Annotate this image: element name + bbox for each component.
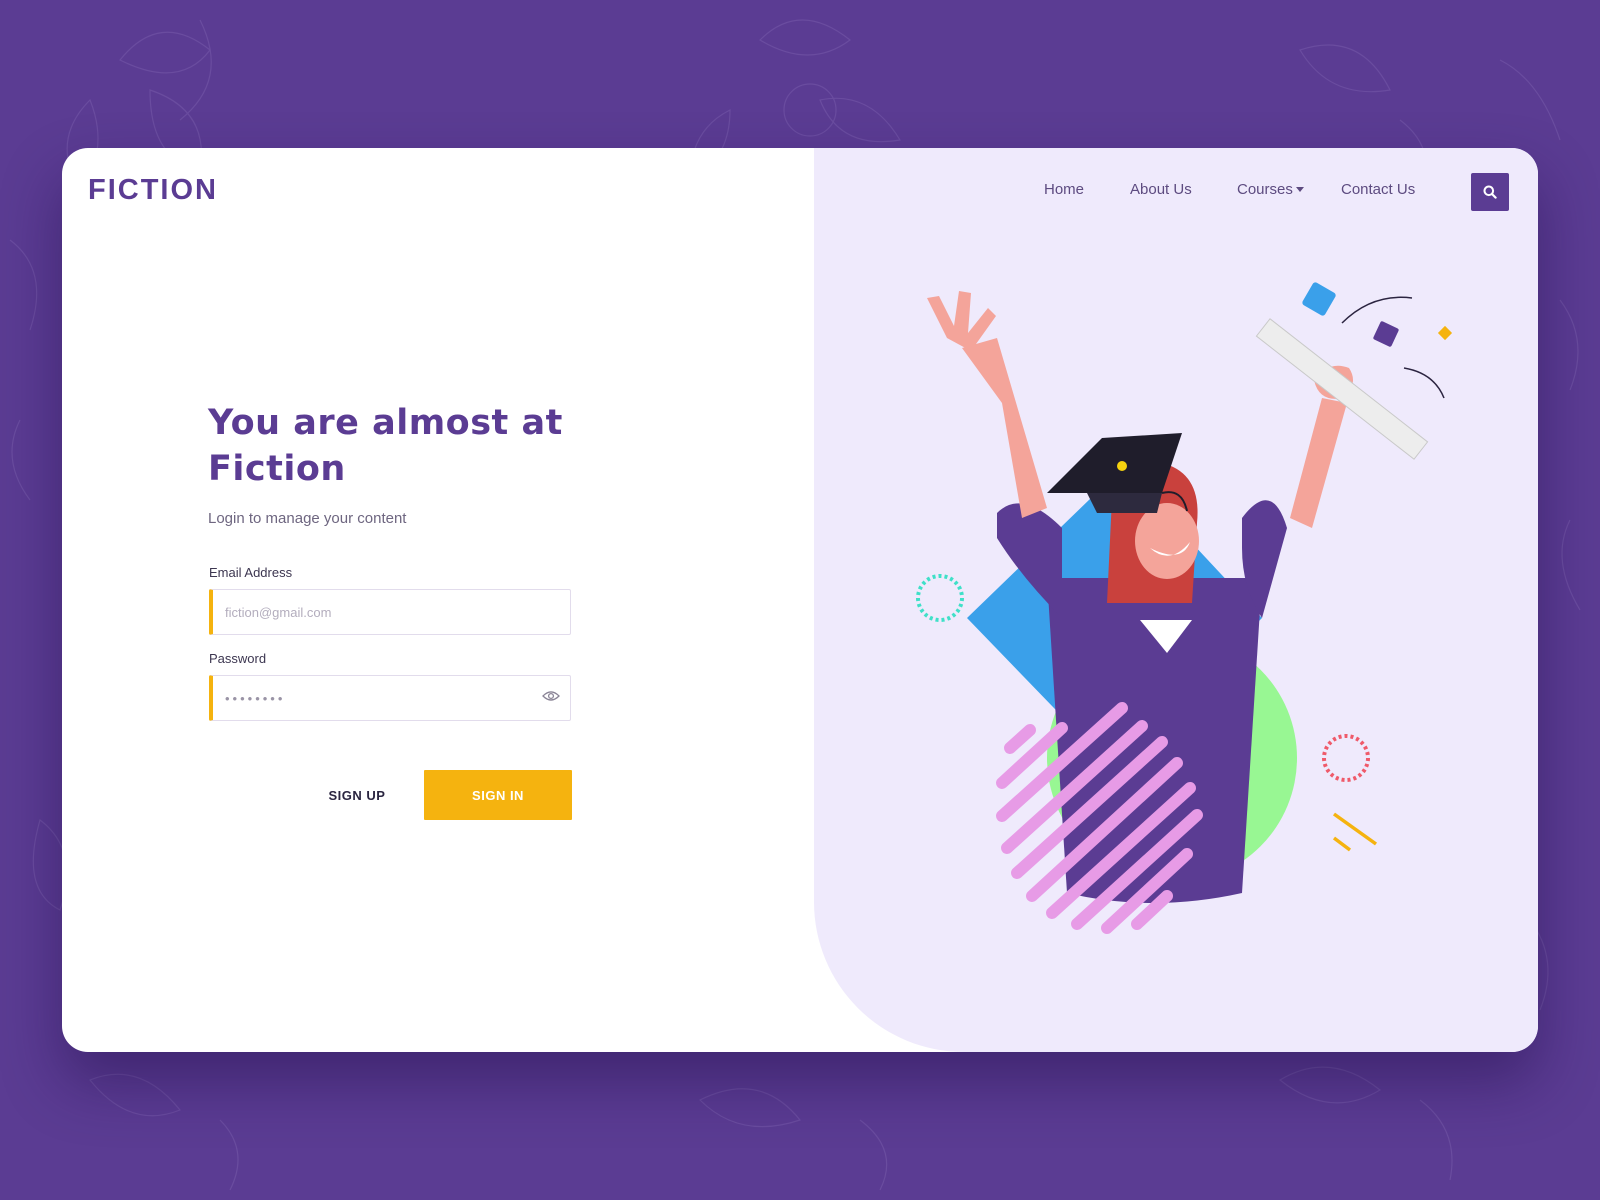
- confetti-yellow-line: [1332, 836, 1352, 852]
- login-heading: You are almost at Fiction: [208, 403, 563, 489]
- password-field-wrapper: [209, 675, 571, 721]
- search-button[interactable]: [1471, 173, 1509, 211]
- graduation-cap: [1047, 433, 1182, 493]
- nav-link-contact-us[interactable]: Contact Us: [1341, 181, 1415, 198]
- confetti-yellow-diamond: [1437, 325, 1453, 341]
- sign-up-button[interactable]: SIGN UP: [302, 770, 412, 820]
- right-arm: [1290, 398, 1347, 528]
- sign-in-button[interactable]: SIGN IN: [424, 770, 572, 820]
- eye-icon[interactable]: [542, 690, 560, 702]
- confetti-teal-ring: [916, 574, 964, 622]
- nav-link-home[interactable]: Home: [1044, 181, 1084, 198]
- diploma-scroll: [1255, 318, 1429, 460]
- caret-down-icon: [1295, 187, 1304, 192]
- email-label: Email Address: [209, 565, 293, 580]
- face: [1135, 503, 1199, 579]
- email-field-wrapper: [209, 589, 571, 635]
- nav-link-courses[interactable]: Courses: [1237, 181, 1304, 198]
- graduate-illustration: [916, 282, 1453, 934]
- confetti-arc: [1403, 367, 1445, 399]
- login-card: FICTION Home About Us Courses Contact Us…: [62, 148, 1538, 1052]
- confetti-arc: [1341, 296, 1413, 324]
- confetti-yellow-line: [1332, 812, 1378, 846]
- search-icon: [1483, 185, 1497, 199]
- login-subtitle: Login to manage your content: [208, 510, 407, 527]
- confetti-blue-square: [1302, 282, 1336, 316]
- top-navigation: Home About Us Courses Contact Us: [62, 181, 1538, 207]
- nav-link-about-us[interactable]: About Us: [1130, 181, 1192, 198]
- confetti-red-ring: [1322, 734, 1370, 782]
- confetti-purple-square: [1373, 321, 1399, 347]
- nav-courses-label: Courses: [1237, 181, 1293, 198]
- graduation-cap-band: [1087, 493, 1162, 513]
- email-input[interactable]: [213, 590, 570, 634]
- password-input[interactable]: [213, 676, 570, 720]
- password-label: Password: [209, 651, 267, 666]
- cap-button: [1117, 461, 1127, 471]
- left-arm: [962, 338, 1047, 518]
